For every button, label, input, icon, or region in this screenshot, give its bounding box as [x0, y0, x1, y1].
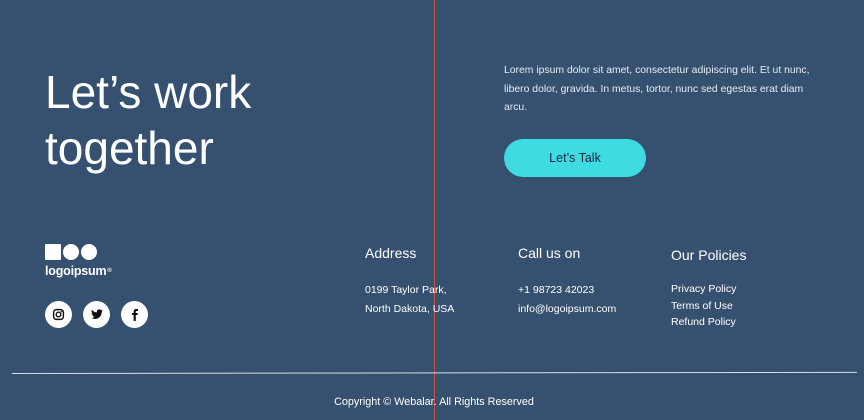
- contact-block: +1 98723 42023 info@logoipsum.com: [518, 281, 616, 319]
- facebook-icon: [131, 308, 138, 321]
- headline-line-2: together: [45, 122, 214, 174]
- social-links: [45, 301, 148, 328]
- twitter-icon: [90, 309, 103, 319]
- vertical-guide-line: [434, 0, 435, 420]
- logo-square-shape: [45, 243, 61, 260]
- address-line-2: North Dakota, USA: [365, 303, 455, 315]
- logo-text: logoipsum: [45, 264, 107, 278]
- privacy-policy-link[interactable]: Privacy Policy: [671, 283, 736, 295]
- instagram-icon: [52, 308, 65, 321]
- lets-talk-button[interactable]: Let’s Talk: [504, 139, 646, 177]
- email-address[interactable]: info@logoipsum.com: [518, 300, 616, 319]
- facebook-button[interactable]: [121, 301, 148, 328]
- address-line-1: 0199 Taylor Park,: [365, 284, 447, 296]
- brand-logo[interactable]: logoipsum®: [45, 243, 112, 278]
- registered-mark: ®: [107, 268, 112, 274]
- hero-headline: Let’s work together: [45, 64, 345, 176]
- instagram-button[interactable]: [45, 301, 72, 328]
- hero-intro-text: Lorem ipsum dolor sit amet, consectetur …: [504, 65, 810, 113]
- logo-wordmark: logoipsum®: [45, 264, 112, 278]
- policies-heading: Our Policies: [671, 247, 747, 263]
- twitter-button[interactable]: [83, 301, 110, 328]
- copyright-text: Copyright © Webalar. All Rights Reserved: [334, 396, 534, 408]
- phone-number[interactable]: +1 98723 42023: [518, 281, 616, 300]
- terms-of-use-link[interactable]: Terms of Use: [671, 300, 733, 312]
- logo-circle-shape: [63, 243, 79, 260]
- address-heading: Address: [365, 245, 417, 261]
- refund-policy-link[interactable]: Refund Policy: [671, 316, 736, 328]
- headline-line-1: Let’s work: [45, 66, 252, 118]
- logo-mark-icon: [45, 243, 112, 260]
- logo-circle-shape: [81, 243, 97, 260]
- policies-list: Privacy Policy Terms of Use Refund Polic…: [671, 281, 736, 331]
- call-heading: Call us on: [518, 245, 581, 261]
- address-block: 0199 Taylor Park, North Dakota, USA: [365, 281, 454, 319]
